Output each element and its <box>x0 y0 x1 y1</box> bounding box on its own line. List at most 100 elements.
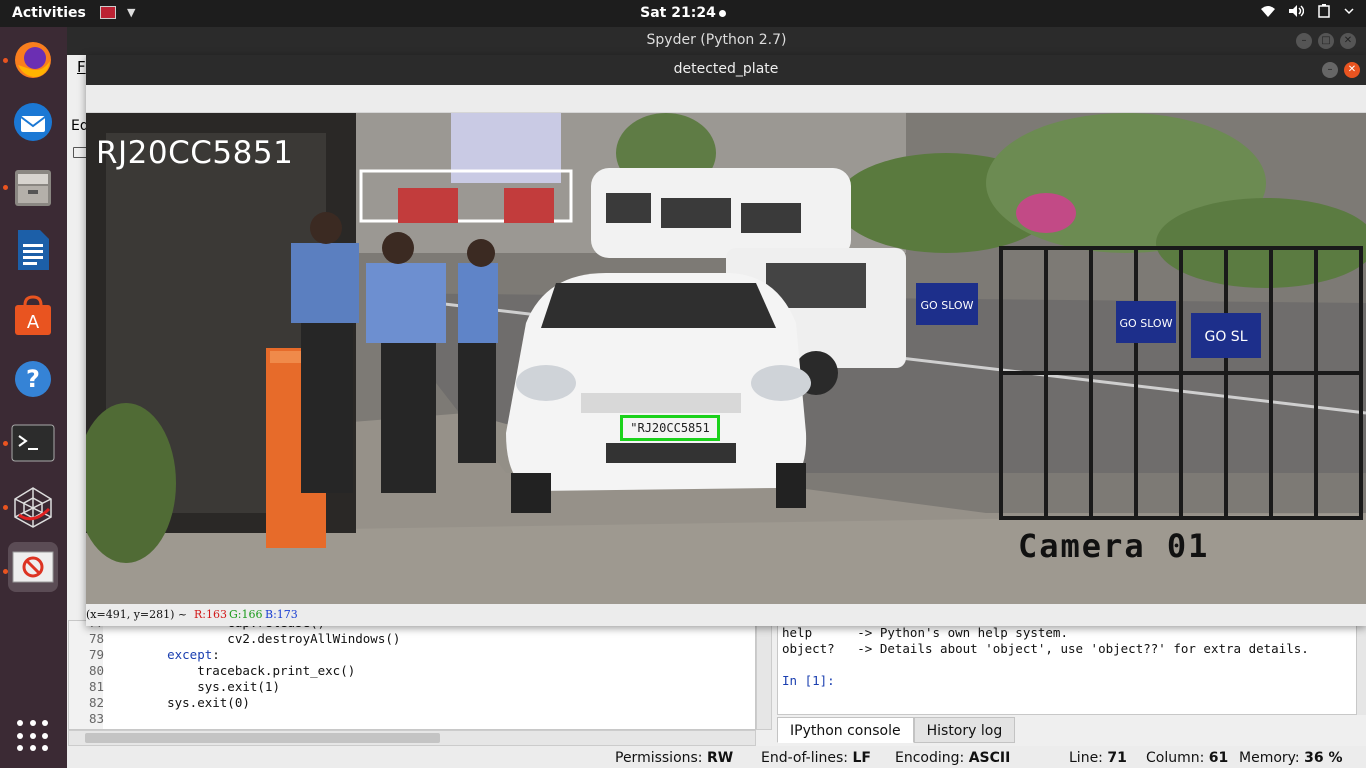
files-icon <box>15 170 51 206</box>
line-number: 82 <box>89 695 105 710</box>
status-value: LF <box>852 750 871 766</box>
line-number: 83 <box>89 711 105 726</box>
tab-ipython-console[interactable]: IPython console <box>777 717 914 743</box>
console-prompt[interactable]: In [1]: <box>782 673 835 688</box>
dock-item-writer[interactable] <box>8 225 58 275</box>
ubuntu-software-icon: A <box>15 295 51 335</box>
spyder-window-title: Spyder (Python 2.7) <box>646 32 787 48</box>
detected-plate-window[interactable]: detected_plate – ✕ GO SLOW GO SLOW GO SL… <box>86 55 1366 626</box>
opencv-window-icon <box>12 551 54 583</box>
console-line: object? -> Details about 'object', use '… <box>782 641 1309 656</box>
status-column: Column: 61 <box>1146 750 1228 766</box>
spyder-icon <box>14 487 52 528</box>
console-scrollbar[interactable] <box>1357 620 1366 715</box>
svg-text:A: A <box>27 312 40 333</box>
scrollbar-thumb[interactable] <box>85 733 440 743</box>
status-label: Permissions: <box>615 750 703 766</box>
maximize-button[interactable]: □ <box>1318 33 1334 49</box>
cv-pixel-status-bar: (x=491, y=281) ~ R:163 G:166 B:173 <box>86 604 1366 626</box>
running-indicator <box>3 58 8 63</box>
close-button[interactable]: ✕ <box>1340 33 1356 49</box>
detected-plate-overlay-text: RJ20CC5851 <box>96 135 294 171</box>
svg-text:GO SLOW: GO SLOW <box>921 299 974 312</box>
status-value: RW <box>706 750 734 766</box>
spyder-titlebar[interactable]: Spyder (Python 2.7) – □ ✕ <box>67 27 1366 55</box>
status-line: Line: 71 <box>1069 750 1127 766</box>
dock-item-software[interactable]: A <box>8 291 58 341</box>
clock-text: Sat 21:24 <box>640 5 716 21</box>
cv-window-title: detected_plate <box>673 61 779 77</box>
editor-horizontal-scrollbar[interactable] <box>68 730 756 746</box>
code-text: cv2.destroyAllWindows() <box>137 631 401 646</box>
system-tray[interactable] <box>1260 4 1354 18</box>
pixel-blue-value: B:173 <box>265 608 298 621</box>
code-text: sys.exit(0) <box>137 695 250 710</box>
status-memory: Memory: 36 % <box>1239 750 1342 766</box>
status-label: Encoding: <box>895 750 965 766</box>
ipython-console[interactable]: help -> Python's own help system. object… <box>777 620 1357 715</box>
close-button[interactable]: ✕ <box>1344 62 1360 78</box>
status-label: End-of-lines: <box>761 750 848 766</box>
dock: A ? <box>0 27 67 768</box>
line-number: 78 <box>89 631 105 646</box>
pixel-red-value: R:163 <box>194 608 227 621</box>
clock[interactable]: Sat 21:24 <box>0 5 1366 21</box>
show-applications-icon[interactable] <box>17 720 49 752</box>
tab-history-log[interactable]: History log <box>913 717 1016 743</box>
code-text: except: <box>167 647 220 662</box>
notification-dot-icon <box>718 9 726 17</box>
console-line: help -> Python's own help system. <box>782 625 1068 640</box>
line-number: 79 <box>89 647 105 662</box>
running-indicator <box>3 441 8 446</box>
volume-icon[interactable] <box>1288 4 1304 18</box>
folder-icon[interactable] <box>73 147 87 158</box>
dock-item-help[interactable]: ? <box>8 354 58 404</box>
dock-item-terminal[interactable] <box>8 418 58 468</box>
firefox-icon <box>15 42 51 78</box>
cv-toolbar <box>86 85 1366 113</box>
minimize-button[interactable]: – <box>1296 33 1312 49</box>
status-permissions: Permissions: RW <box>615 750 733 766</box>
minimize-button[interactable]: – <box>1322 62 1338 78</box>
dock-item-opencv-window[interactable] <box>8 542 58 592</box>
status-value: 61 <box>1208 750 1229 766</box>
wifi-icon[interactable] <box>1260 4 1276 18</box>
running-indicator <box>3 505 8 510</box>
system-menu-chevron-icon[interactable] <box>1344 4 1354 18</box>
battery-icon[interactable] <box>1316 4 1332 18</box>
editor-vertical-scrollbar[interactable] <box>756 620 772 730</box>
camera-frame-image[interactable]: GO SLOW GO SLOW GO SL RJ20CC5851 "RJ20CC… <box>86 113 1366 604</box>
code-editor[interactable]: 77 cap.release()78 cv2.destroyAllWindows… <box>68 620 756 730</box>
libreoffice-writer-icon <box>18 230 49 270</box>
status-encoding: Encoding: ASCII <box>895 750 1010 766</box>
dock-item-spyder[interactable] <box>8 482 58 532</box>
status-label: Column: <box>1146 750 1205 766</box>
running-indicator <box>3 569 8 574</box>
svg-text:GO SLOW: GO SLOW <box>1120 317 1173 330</box>
terminal-icon <box>11 424 55 462</box>
top-bar: Activities ▼ Sat 21:24 <box>0 0 1366 27</box>
status-value: 36 % <box>1304 750 1343 766</box>
code-text: traceback.print_exc() <box>137 663 356 678</box>
line-number: 81 <box>89 679 105 694</box>
dock-item-thunderbird[interactable] <box>8 97 58 147</box>
status-label: Line: <box>1069 750 1103 766</box>
running-indicator <box>3 185 8 190</box>
status-value: 71 <box>1107 750 1127 766</box>
cv-window-titlebar[interactable]: detected_plate – ✕ <box>86 55 1366 85</box>
status-eol: End-of-lines: LF <box>761 750 871 766</box>
code-text: sys.exit(1) <box>137 679 280 694</box>
plate-detection-box: "RJ20CC5851 <box>620 415 720 441</box>
cursor-coordinates: (x=491, y=281) ~ <box>86 608 188 621</box>
thunderbird-icon <box>14 103 52 141</box>
status-label: Memory: <box>1239 750 1300 766</box>
status-bar: Permissions: RW End-of-lines: LF Encodin… <box>67 746 1366 768</box>
file-menu[interactable]: F <box>77 58 86 76</box>
line-number: 80 <box>89 663 105 678</box>
console-tabs: IPython console History log <box>777 717 1016 743</box>
dock-item-firefox[interactable] <box>8 35 58 85</box>
help-icon: ? <box>15 361 51 397</box>
svg-text:GO SL: GO SL <box>1204 329 1247 345</box>
keyword-token: except <box>167 647 213 662</box>
dock-item-files[interactable] <box>8 162 58 212</box>
